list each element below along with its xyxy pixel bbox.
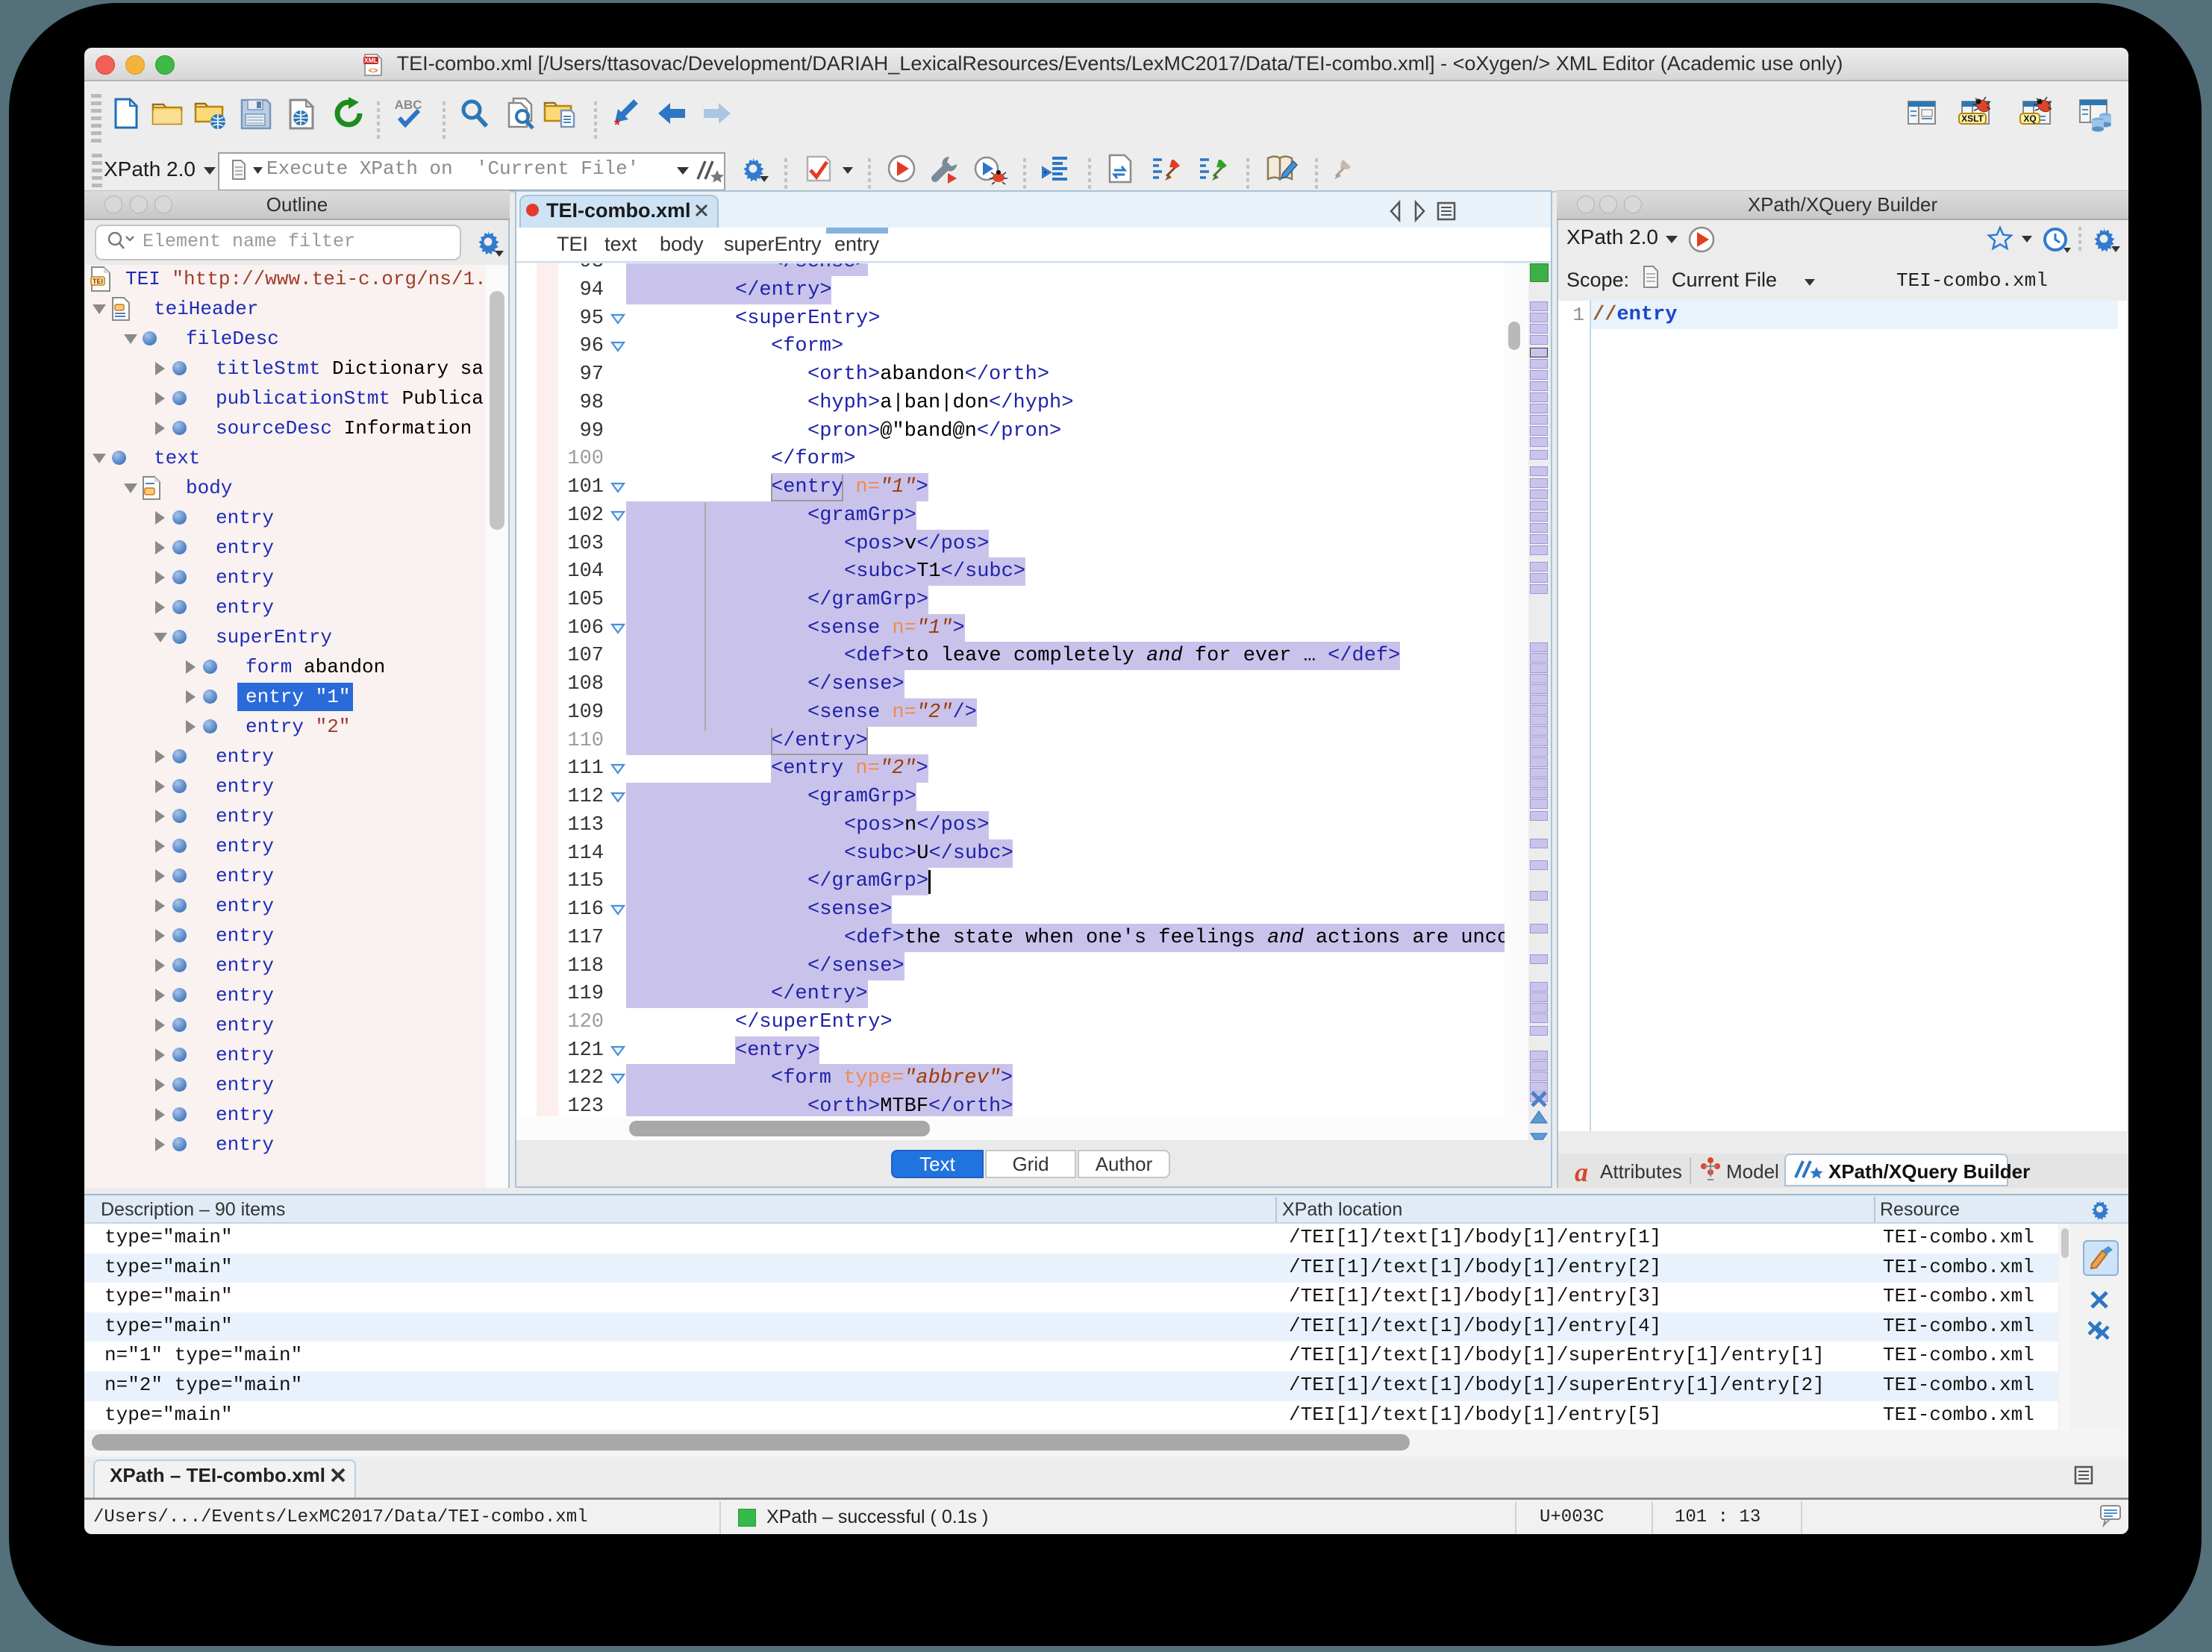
svg-text:TEI: TEI bbox=[93, 278, 103, 285]
svg-text:XSLT: XSLT bbox=[1961, 113, 1984, 124]
svg-text:XML: XML bbox=[364, 57, 378, 64]
svg-text:*: * bbox=[614, 117, 620, 134]
svg-text:XQ: XQ bbox=[2023, 113, 2036, 124]
svg-text:<>: <> bbox=[369, 66, 378, 75]
